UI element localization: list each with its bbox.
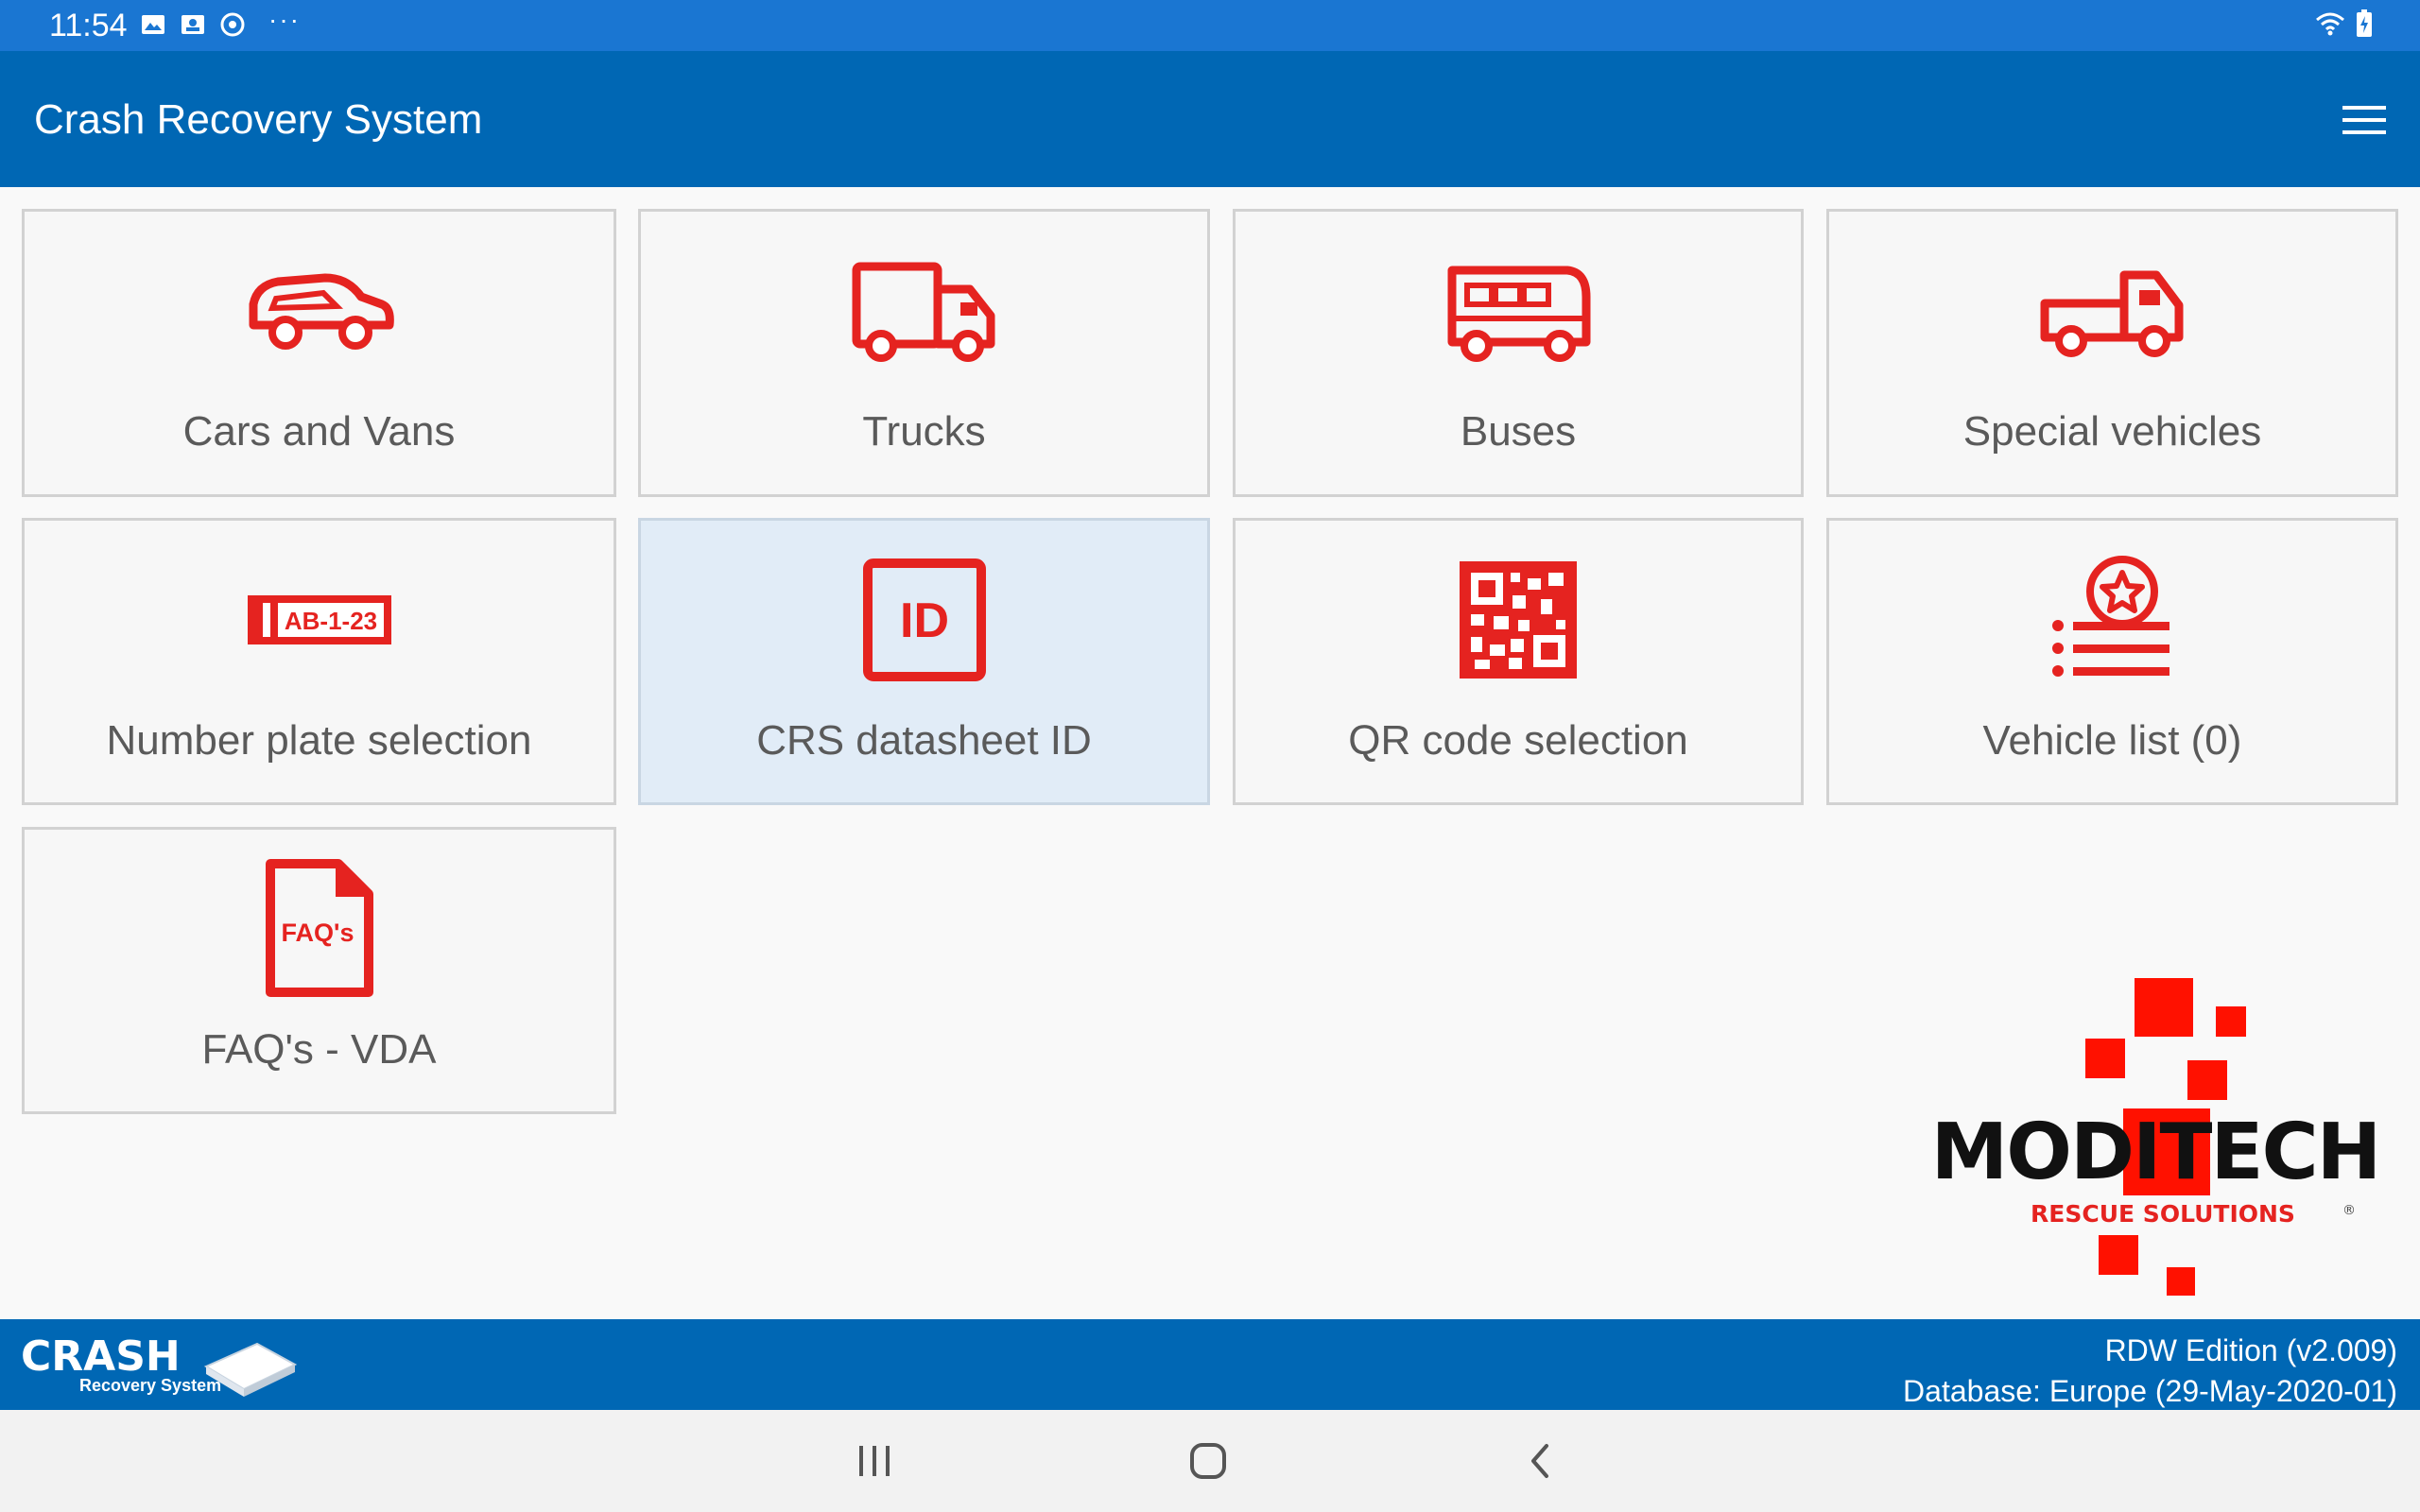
tile-label: Special vehicles	[1962, 408, 2262, 455]
edition-text: RDW Edition (v2.009)	[2104, 1333, 2397, 1367]
hamburger-menu-icon[interactable]	[2337, 93, 2392, 147]
tow-truck-icon	[1829, 240, 2395, 382]
tile-vehicle-list[interactable]: Vehicle list (0)	[1826, 518, 2398, 805]
footer-bar: CRASH Recovery System RDW Edition (v2.00…	[0, 1319, 2420, 1410]
faq-document-icon: FAQ's	[25, 858, 614, 1000]
battery-charging-icon	[2356, 9, 2373, 43]
tile-label: QR code selection	[1348, 717, 1688, 764]
plate-text: AB-1-23	[284, 607, 376, 635]
recent-apps-icon[interactable]	[841, 1433, 908, 1489]
back-icon[interactable]	[1507, 1433, 1573, 1489]
tile-label: Trucks	[862, 408, 986, 455]
tile-number-plate-selection[interactable]: AB-1-23 Number plate selection	[22, 518, 616, 805]
status-bar: 11:54 ···	[0, 0, 2420, 51]
tile-qr-code-selection[interactable]: QR code selection	[1233, 518, 1804, 805]
moditech-logo: MODITECH RESCUE SOLUTIONS ®	[1891, 969, 2420, 1309]
chrome-icon	[219, 11, 246, 38]
tile-label: Vehicle list (0)	[1982, 717, 2242, 764]
tile-label: Buses	[1460, 408, 1577, 455]
footer-logo-sub: Recovery System	[79, 1376, 221, 1395]
tile-trucks[interactable]: Trucks	[638, 209, 1210, 497]
tile-cars-and-vans[interactable]: Cars and Vans	[22, 209, 616, 497]
vehicle-list-icon	[1829, 549, 2395, 691]
tile-label: Cars and Vans	[182, 408, 456, 455]
brand-tagline: RESCUE SOLUTIONS	[2031, 1200, 2295, 1228]
photo-icon	[180, 11, 206, 38]
footer-logo-word: CRASH	[21, 1332, 181, 1381]
wifi-icon	[2314, 10, 2346, 42]
home-icon[interactable]	[1175, 1433, 1241, 1489]
qr-code-icon	[1236, 549, 1801, 691]
truck-icon	[641, 240, 1207, 382]
bus-icon	[1236, 240, 1801, 382]
tile-faqs-vda[interactable]: FAQ's FAQ's - VDA	[22, 827, 616, 1114]
id-icon-text: ID	[900, 593, 949, 648]
app-bar: Crash Recovery System	[0, 51, 2420, 187]
car-icon	[25, 240, 614, 382]
tile-special-vehicles[interactable]: Special vehicles	[1826, 209, 2398, 497]
tile-crs-datasheet-id[interactable]: ID CRS datasheet ID	[638, 518, 1210, 805]
more-notifications-icon: ···	[268, 5, 301, 34]
faq-icon-text: FAQ's	[281, 919, 354, 947]
database-text: Database: Europe (29-May-2020-01)	[1903, 1374, 2397, 1408]
number-plate-icon: AB-1-23	[25, 549, 614, 691]
navigation-bar	[0, 1410, 2420, 1512]
brand-name: MODITECH	[1931, 1108, 2380, 1197]
crash-recovery-system-logo: CRASH Recovery System	[21, 1332, 304, 1403]
app-title: Crash Recovery System	[34, 96, 483, 143]
tile-label: CRS datasheet ID	[756, 717, 1092, 764]
registered-mark: ®	[2342, 1203, 2356, 1218]
tile-label: FAQ's - VDA	[201, 1026, 437, 1073]
gallery-icon	[140, 11, 166, 38]
tile-buses[interactable]: Buses	[1233, 209, 1804, 497]
tile-label: Number plate selection	[106, 717, 532, 764]
id-icon: ID	[641, 549, 1207, 691]
version-info: RDW Edition (v2.009) Database: Europe (2…	[1903, 1331, 2397, 1412]
status-time: 11:54	[49, 8, 128, 43]
